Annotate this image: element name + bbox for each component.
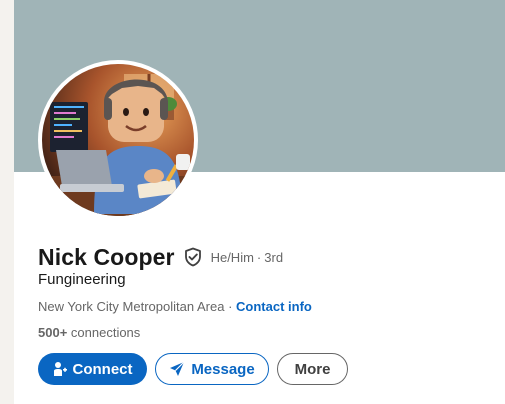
connections-count: 500+ [38,325,71,340]
connection-degree: 3rd [264,249,284,265]
profile-photo-frame [38,60,198,220]
location-row: New York City Metropolitan Area · Contac… [38,299,312,314]
profile-headline: Fungineering [38,271,126,288]
connect-label: Connect [72,360,133,378]
message-label: Message [191,360,255,378]
profile-actions: Connect Message More [38,353,348,385]
shield-check-icon[interactable] [183,247,203,267]
profile-location: New York City Metropolitan Area [38,299,225,314]
pronouns: He/Him [210,249,254,265]
connections-label: connections [70,325,141,340]
send-icon [169,361,185,377]
avatar-illustration [42,64,194,216]
name-row: Nick Cooper He/Him · 3rd [38,240,283,274]
contact-info-link[interactable]: Contact info [236,299,312,314]
message-button[interactable]: Message [155,353,269,385]
location-separator: · [228,299,237,314]
profile-card: Nick Cooper He/Him · 3rd Fungineering Ne… [14,0,505,404]
profile-photo[interactable] [42,64,194,216]
add-person-icon [53,361,67,377]
more-label: More [294,360,331,378]
degree-separator: · [256,249,262,265]
connect-button[interactable]: Connect [38,353,147,385]
profile-name: Nick Cooper [38,243,175,270]
connections-row[interactable]: 500+ connections [38,325,140,340]
more-button[interactable]: More [277,353,348,385]
